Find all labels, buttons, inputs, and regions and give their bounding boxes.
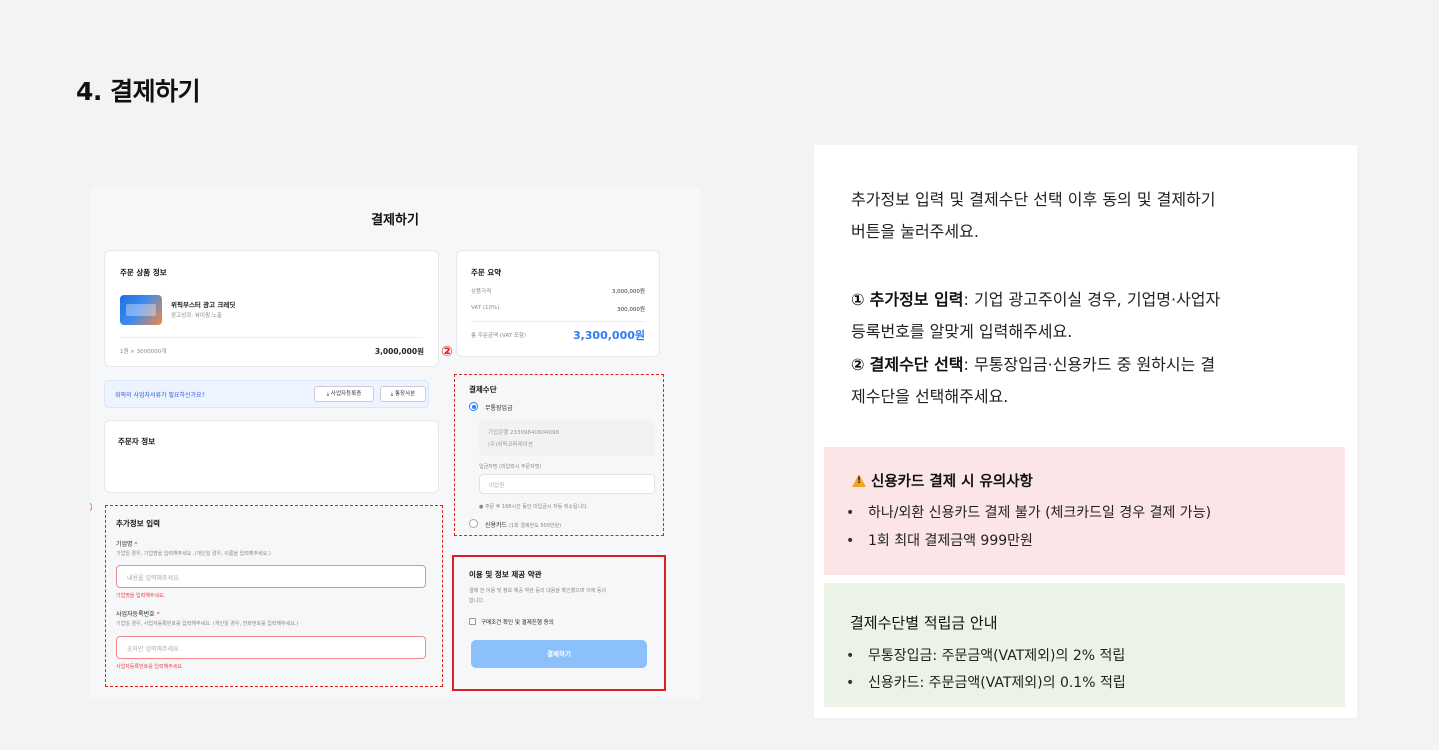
guide-item-1-cont: 등록번호를 알맞게 입력해주세요. xyxy=(851,322,1073,341)
points-info-box: 결제수단별 적립금 안내 무통장입금: 주문금액(VAT제외)의 2% 적립 신… xyxy=(824,583,1345,707)
bank-account-number: 기업은행 23309840604098 xyxy=(488,430,559,436)
terms-desc-2: 합니다. xyxy=(469,598,485,604)
company-help: 기업일 경우, 기업명을 입력해주세요. (개인일 경우, 이름을 입력해주세요… xyxy=(116,551,271,557)
orderer-info-card: 주문자 정보 xyxy=(104,420,439,493)
points-item: 무통장입금: 주문금액(VAT제외)의 2% 적립 xyxy=(846,645,1125,665)
company-error: 기업명을 입력해주세요. xyxy=(116,593,166,599)
order-product-card: 주문 상품 정보 위픽부스터 광고 크레딧 광고성과: 뷰이핑,노출 1원 × … xyxy=(104,250,439,367)
summary-price-value: 3,000,000원 xyxy=(611,289,645,295)
warning-icon xyxy=(852,474,866,487)
checkout-screenshot: 결제하기 주문 상품 정보 위픽부스터 광고 크레딧 광고성과: 뷰이핑,노출 … xyxy=(90,187,700,699)
bank-account-holder: (주)위픽코퍼레이션 xyxy=(488,442,533,448)
business-docs-text: 위픽의 사업자서류가 필요하신가요? xyxy=(115,392,205,399)
summary-total-value: 3,300,000원 xyxy=(572,329,645,342)
guide-item-2-cont: 제수단을 선택해주세요. xyxy=(851,387,1009,406)
intro-line-2: 버튼을 눌러주세요. xyxy=(851,222,979,241)
payment-heading: 결제수단 xyxy=(469,385,497,394)
bizno-error: 사업자등록번호를 입력해주세요. xyxy=(116,664,184,670)
product-sub: 광고성과: 뷰이핑,노출 xyxy=(171,313,222,319)
bizno-label: 사업자등록번호 * xyxy=(116,611,160,618)
auto-cancel-notice: ● 주문 후 168시간 동안 미입금시 자동 취소됩니다. xyxy=(479,504,589,510)
bank-account-box: 기업은행 23309840604098 (주)위픽코퍼레이션 xyxy=(479,420,655,456)
checkout-title: 결제하기 xyxy=(371,213,419,228)
bizno-input[interactable]: 숫자만 입력해주세요. xyxy=(116,636,426,659)
terms-highlight: 이용 및 정보 제공 약관 결제 전 이용 및 정보 제공 약관 등의 내용을 … xyxy=(452,555,666,691)
extra-info-heading: 추가정보 입력 xyxy=(116,519,161,528)
annotation-marker-2: ② xyxy=(441,344,453,360)
summary-total-label: 총 주문금액 (VAT 포함) xyxy=(471,333,527,339)
terms-heading: 이용 및 정보 제공 약관 xyxy=(469,570,542,579)
bank-transfer-radio[interactable] xyxy=(469,402,478,411)
guide-item-1: ① 추가정보 입력: 기업 광고주이실 경우, 기업명·사업자 xyxy=(851,290,1221,309)
company-label: 기업명 * xyxy=(116,541,138,548)
bank-transfer-label[interactable]: 무통장입금 xyxy=(485,403,513,412)
product-name: 위픽부스터 광고 크레딧 xyxy=(171,301,236,309)
orderer-heading: 주문자 정보 xyxy=(118,437,156,446)
terms-desc-1: 결제 전 이용 및 정보 제공 약관 등의 내용을 확인했으며 이에 동의 xyxy=(469,588,607,594)
summary-heading: 주문 요약 xyxy=(471,268,502,277)
warning-item: 1회 최대 결제금액 999만원 xyxy=(846,530,1033,550)
payment-method-highlight: 결제수단 무통장입금 기업은행 23309840604098 (주)위픽코퍼레이… xyxy=(454,374,664,536)
annotation-marker-1: ① xyxy=(90,500,93,516)
product-thumbnail xyxy=(120,295,162,325)
credit-card-radio[interactable] xyxy=(469,519,478,528)
depositor-input[interactable]: 이입원 xyxy=(479,474,655,494)
bizno-help: 기업일 경우, 사업자등록번호를 입력해주세요. (개인일 경우, 전화번호를 … xyxy=(116,621,299,627)
divider xyxy=(471,321,645,322)
intro-line-1: 추가정보 입력 및 결제수단 선택 이후 동의 및 결제하기 xyxy=(851,190,1216,209)
points-item: 신용카드: 주문금액(VAT제외)의 0.1% 적립 xyxy=(846,672,1126,692)
guide-item-2: ② 결제수단 선택: 무통장입금·신용카드 중 원하시는 결 xyxy=(851,355,1216,374)
points-title: 결제수단별 적립금 안내 xyxy=(850,614,998,632)
terms-agree-label[interactable]: 구매조건 확인 및 결제진행 동의 xyxy=(481,618,554,626)
credit-card-label[interactable]: 신용카드 (1회 결제한도 500만원) xyxy=(485,520,561,529)
warning-title: 신용카드 결제 시 유의사항 xyxy=(852,470,1033,491)
product-price: 3,000,000원 xyxy=(374,347,424,356)
depositor-label: 입금자명 (미입력시 주문자명) xyxy=(479,464,542,470)
company-input[interactable]: 내용을 입력해주세요. xyxy=(116,565,426,588)
terms-agree-checkbox[interactable] xyxy=(469,618,476,625)
summary-vat-value: 300,000원 xyxy=(617,307,645,313)
warning-item: 하나/외환 신용카드 결제 불가 (체크카드일 경우 결제 가능) xyxy=(846,502,1211,522)
extra-info-highlight: 추가정보 입력 기업명 * 기업일 경우, 기업명을 입력해주세요. (개인일 … xyxy=(105,505,443,687)
summary-vat-label: VAT (10%) xyxy=(471,305,500,311)
product-quantity: 1원 × 3000000개 xyxy=(120,349,167,355)
page-title: 4. 결제하기 xyxy=(76,77,201,106)
summary-price-label: 상품가격 xyxy=(471,289,492,295)
credit-card-warning-box: 신용카드 결제 시 유의사항 하나/외환 신용카드 결제 불가 (체크카드일 경… xyxy=(824,447,1345,575)
divider xyxy=(120,337,423,338)
download-business-license-button[interactable]: ⤓ 사업자등록증 xyxy=(314,386,374,402)
download-bankbook-button[interactable]: ⤓ 통장사본 xyxy=(380,386,426,402)
order-summary-card: 주문 요약 상품가격 3,000,000원 VAT (10%) 300,000원… xyxy=(456,250,660,357)
pay-button[interactable]: 결제하기 xyxy=(471,640,647,668)
order-product-heading: 주문 상품 정보 xyxy=(120,268,167,277)
business-docs-banner: 위픽의 사업자서류가 필요하신가요? ⤓ 사업자등록증 ⤓ 통장사본 xyxy=(104,380,429,408)
guide-panel: 추가정보 입력 및 결제수단 선택 이후 동의 및 결제하기 버튼을 눌러주세요… xyxy=(814,145,1357,718)
